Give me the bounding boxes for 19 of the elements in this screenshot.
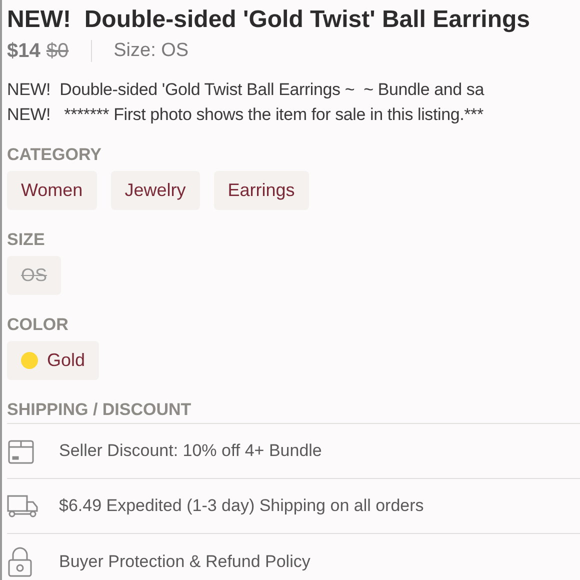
category-tag[interactable]: Women xyxy=(7,171,97,210)
shipping-info: $6.49 Expedited (1-3 day) Shipping on all orders xyxy=(59,495,424,518)
shipping-info: Buyer Protection & Refund Policy xyxy=(59,550,310,573)
category-tag[interactable]: Earrings xyxy=(214,171,309,210)
category-tag[interactable]: Jewelry xyxy=(110,171,200,210)
color-heading: COLOR xyxy=(7,316,70,333)
original-price: $0 xyxy=(46,39,69,64)
shipping-info: Seller Discount: 10% off 4+ Bundle xyxy=(59,440,322,462)
truck-icon xyxy=(7,494,39,518)
description-line: NEW! ******* First photo shows the item for sale in this listing.*** xyxy=(7,104,484,126)
description-line: NEW! Double-sided 'Gold Twist Ball Earrings ~ ~ Bundle and sa xyxy=(7,79,486,101)
price: $14 xyxy=(7,39,40,64)
size-label: Size: OS xyxy=(114,38,189,63)
shipping-heading: SHIPPING / DISCOUNT xyxy=(7,401,580,424)
product-title: NEW! Double-sided 'Gold Twist' Ball Earrings xyxy=(7,6,532,34)
size-heading: SIZE xyxy=(7,231,46,248)
lock-icon xyxy=(7,546,33,576)
color-option[interactable]: Gold xyxy=(7,341,100,380)
category-heading: CATEGORY xyxy=(7,146,102,163)
